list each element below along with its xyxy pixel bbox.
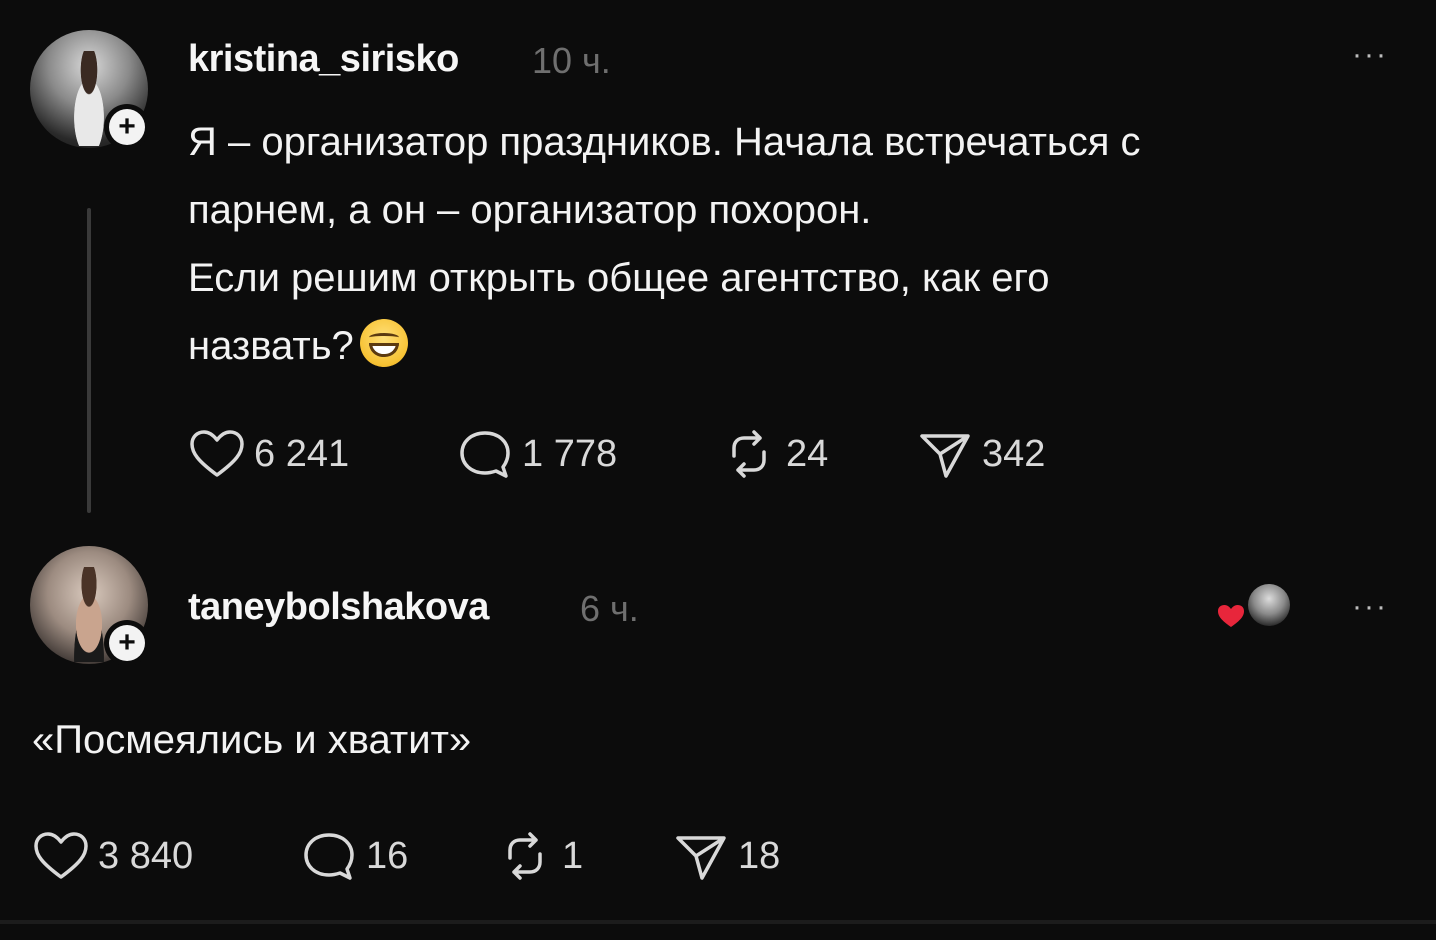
comment-count: 16 [366,834,409,877]
reply-actions-bar: 3 840 16 1 18 [32,830,780,882]
reply-timestamp: 6 ч. [580,588,639,629]
share-count: 342 [982,432,1046,475]
follow-plus-button[interactable]: + [104,620,150,666]
comment-count: 1 778 [522,432,618,475]
post-text-line-last: назвать? [188,312,1388,380]
post-username[interactable]: kristina_sirisko [188,38,459,81]
liked-by-author-heart-icon [1218,605,1244,627]
like-count: 6 241 [254,432,350,475]
follow-plus-button[interactable]: + [104,104,150,150]
post-text-line: Если решим открыть общее агентство, как … [188,256,1050,300]
plus-icon: + [109,109,145,145]
like-button[interactable]: 6 241 [188,429,456,479]
repost-count: 1 [562,834,584,877]
plus-icon: + [109,625,145,661]
post-text-line: назвать? [188,324,354,368]
post-text-line: парнем, а он – организатор похорон. [188,188,872,232]
post-more-options-icon[interactable]: ··· [1352,40,1388,70]
share-count: 18 [738,834,781,877]
heart-icon [190,430,244,477]
reply-text: «Посмеялись и хватит» [32,718,472,762]
like-button[interactable]: 3 840 [32,831,300,881]
post-timestamp: 10 ч. [532,40,611,81]
heart-icon [34,832,88,879]
repost-button[interactable]: 1 [496,830,672,882]
comment-button[interactable]: 16 [300,830,496,882]
share-button[interactable]: 342 [916,428,1045,480]
comment-icon [304,833,354,880]
send-icon [676,836,726,880]
liked-by-author-avatar [1248,584,1290,626]
reply-username[interactable]: taneybolshakova [188,586,489,629]
thread-connector-line [87,208,91,513]
send-icon [920,434,970,478]
repost-button[interactable]: 24 [720,428,916,480]
post-text-line: Я – организатор праздников. Начала встре… [188,120,1141,164]
comment-icon [460,431,510,478]
post-actions-bar: 6 241 1 778 24 342 [188,428,1045,480]
post-text: Я – организатор праздников. Начала встре… [188,108,1388,380]
comment-button[interactable]: 1 778 [456,428,720,480]
reply-more-options-icon[interactable]: ··· [1352,592,1388,622]
repost-icon [508,832,542,880]
like-count: 3 840 [98,834,194,877]
share-button[interactable]: 18 [672,830,780,882]
repost-icon [732,430,766,478]
grinning-emoji-icon [359,319,408,367]
repost-count: 24 [786,432,829,475]
divider [0,920,1436,924]
